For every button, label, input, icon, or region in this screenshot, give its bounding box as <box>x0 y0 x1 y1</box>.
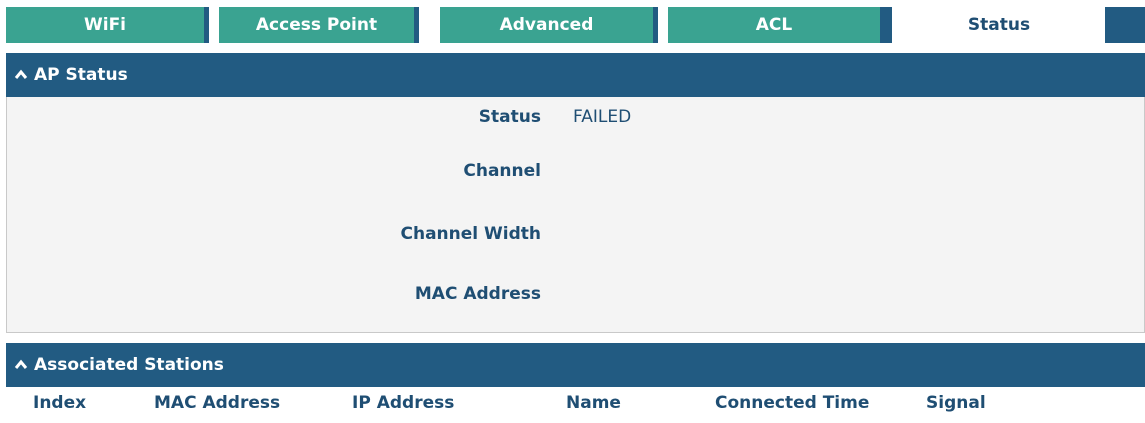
tab-divider <box>880 7 892 43</box>
tab-divider <box>1105 7 1145 43</box>
ap-status-header[interactable]: AP Status <box>6 53 1145 97</box>
ap-status-body: Status FAILED Channel Channel Width MAC … <box>6 97 1145 333</box>
column-header-index: Index <box>33 393 87 413</box>
tab-status[interactable]: Status <box>893 7 1105 43</box>
tab-bar: WiFi Access Point Advanced ACL Status <box>0 0 1145 43</box>
chevron-up-icon <box>14 359 28 369</box>
tab-divider <box>653 7 658 43</box>
associated-stations-section: Associated Stations Index MAC Address IP… <box>6 343 1145 423</box>
channel-width-label: Channel Width <box>400 224 541 244</box>
column-header-ip-address: IP Address <box>352 393 455 413</box>
ap-status-title: AP Status <box>34 65 128 85</box>
field-row: MAC Address <box>7 284 1144 308</box>
column-header-name: Name <box>566 393 621 413</box>
stations-table-header: Index MAC Address IP Address Name Connec… <box>6 387 1145 423</box>
status-value: FAILED <box>573 107 632 127</box>
status-label: Status <box>478 107 541 127</box>
associated-stations-header[interactable]: Associated Stations <box>6 343 1145 387</box>
mac-address-label: MAC Address <box>414 284 541 304</box>
channel-label: Channel <box>463 161 541 181</box>
chevron-up-icon <box>14 69 28 79</box>
tab-wifi[interactable]: WiFi <box>6 7 204 43</box>
ap-status-section: AP Status Status FAILED Channel Channel … <box>6 53 1145 333</box>
tab-divider <box>204 7 209 43</box>
tab-access-point[interactable]: Access Point <box>219 7 414 43</box>
tab-acl[interactable]: ACL <box>668 7 880 43</box>
field-row: Channel Width <box>7 224 1144 248</box>
tab-advanced[interactable]: Advanced <box>440 7 653 43</box>
field-row: Status FAILED <box>7 107 1144 131</box>
column-header-connected-time: Connected Time <box>715 393 870 413</box>
associated-stations-title: Associated Stations <box>34 355 224 375</box>
column-header-mac-address: MAC Address <box>154 393 281 413</box>
column-header-signal: Signal <box>926 393 986 413</box>
tab-divider <box>414 7 419 43</box>
field-row: Channel <box>7 161 1144 185</box>
